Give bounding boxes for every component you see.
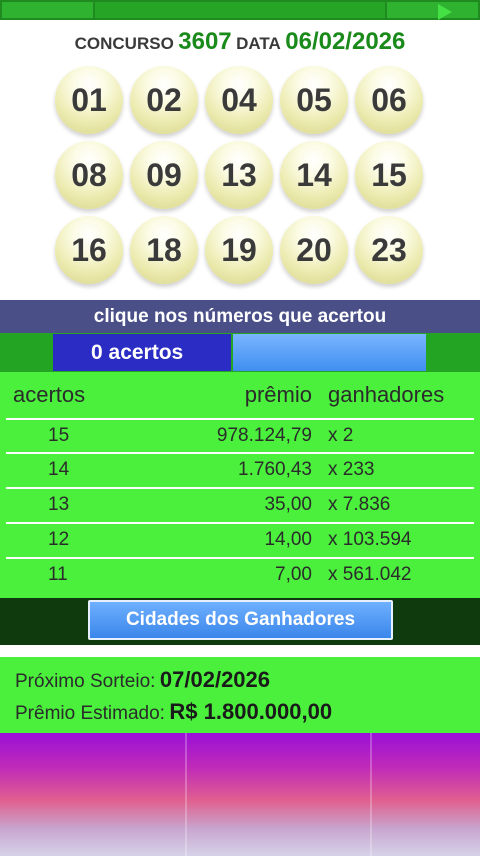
next-draw-label: Próximo Sorteio: <box>15 671 156 692</box>
row-winners: x 2 <box>328 425 354 446</box>
row-divider <box>6 452 474 454</box>
row-hits: 11 <box>48 564 68 585</box>
ad-decoration <box>370 733 372 856</box>
number-ball[interactable]: 23 <box>355 216 423 284</box>
prize-table: acertos prêmio ganhadores 15 978.124,79 … <box>0 372 480 598</box>
estimated-prize-label: Prêmio Estimado: <box>15 703 165 724</box>
number-ball[interactable]: 14 <box>280 141 348 209</box>
number-ball[interactable]: 04 <box>205 66 273 134</box>
row-winners: x 561.042 <box>328 564 412 585</box>
play-arrow-icon <box>438 4 452 20</box>
next-draw-row: Próximo Sorteio: 07/02/2026 <box>15 667 270 693</box>
row-hits: 15 <box>48 425 70 446</box>
number-ball[interactable]: 16 <box>55 216 123 284</box>
estimated-prize-row: Prêmio Estimado: R$ 1.800.000,00 <box>15 699 332 725</box>
header-winners: ganhadores <box>328 382 445 407</box>
row-winners: x 103.594 <box>328 529 412 550</box>
next-draw-button[interactable] <box>385 0 480 20</box>
ad-decoration <box>185 733 187 856</box>
number-ball[interactable]: 01 <box>55 66 123 134</box>
row-prize: 35,00 <box>264 494 312 515</box>
row-divider <box>6 557 474 559</box>
table-row: 11 7,00 x 561.042 <box>0 557 480 591</box>
row-hits: 13 <box>48 494 70 515</box>
divider <box>0 645 480 657</box>
row-winners: x 233 <box>328 459 375 480</box>
row-prize: 1.760,43 <box>238 459 312 480</box>
number-ball[interactable]: 18 <box>130 216 198 284</box>
number-ball[interactable]: 13 <box>205 141 273 209</box>
hits-bar: 0 acertos <box>0 333 480 372</box>
concurso-number: 3607 <box>178 28 232 55</box>
row-divider <box>6 418 474 420</box>
draw-title-bar <box>95 0 385 20</box>
table-row: 13 35,00 x 7.836 <box>0 487 480 521</box>
top-nav-strip <box>0 0 480 20</box>
number-ball[interactable]: 02 <box>130 66 198 134</box>
table-row: 14 1.760,43 x 233 <box>0 452 480 486</box>
number-ball[interactable]: 09 <box>130 141 198 209</box>
concurso-label: CONCURSO <box>74 34 174 53</box>
table-row: 12 14,00 x 103.594 <box>0 522 480 556</box>
number-ball[interactable]: 19 <box>205 216 273 284</box>
drawn-numbers-grid: 01 02 04 05 06 08 09 13 14 15 16 18 19 2… <box>55 66 435 291</box>
number-ball[interactable]: 08 <box>55 141 123 209</box>
data-label: DATA <box>236 34 281 53</box>
table-row: 15 978.124,79 x 2 <box>0 418 480 452</box>
number-ball[interactable]: 05 <box>280 66 348 134</box>
winner-cities-button[interactable]: Cidades dos Ganhadores <box>88 600 393 640</box>
header-prize: prêmio <box>244 382 312 407</box>
select-hits-hint: clique nos números que acertou <box>0 300 480 333</box>
row-divider <box>6 487 474 489</box>
prev-draw-button[interactable] <box>0 0 95 20</box>
row-prize: 14,00 <box>264 529 312 550</box>
hits-count: 0 acertos <box>53 334 231 371</box>
row-winners: x 7.836 <box>328 494 391 515</box>
row-hits: 12 <box>48 529 70 550</box>
draw-date: 06/02/2026 <box>285 28 406 55</box>
next-draw-panel: Próximo Sorteio: 07/02/2026 Prêmio Estim… <box>0 657 480 733</box>
prize-table-header: acertos prêmio ganhadores <box>0 372 480 418</box>
row-prize: 7,00 <box>275 564 312 585</box>
ad-banner[interactable] <box>0 733 480 856</box>
header-hits: acertos <box>13 382 86 407</box>
number-ball[interactable]: 20 <box>280 216 348 284</box>
row-hits: 14 <box>48 459 70 480</box>
hits-progress-bar <box>233 334 426 371</box>
cities-bar: Cidades dos Ganhadores <box>0 598 480 645</box>
estimated-prize-value: R$ 1.800.000,00 <box>169 699 333 724</box>
draw-header: CONCURSO 3607 DATA 06/02/2026 <box>0 28 480 56</box>
number-ball[interactable]: 15 <box>355 141 423 209</box>
number-ball[interactable]: 06 <box>355 66 423 134</box>
row-divider <box>6 522 474 524</box>
row-prize: 978.124,79 <box>216 425 312 446</box>
next-draw-date: 07/02/2026 <box>159 667 271 692</box>
